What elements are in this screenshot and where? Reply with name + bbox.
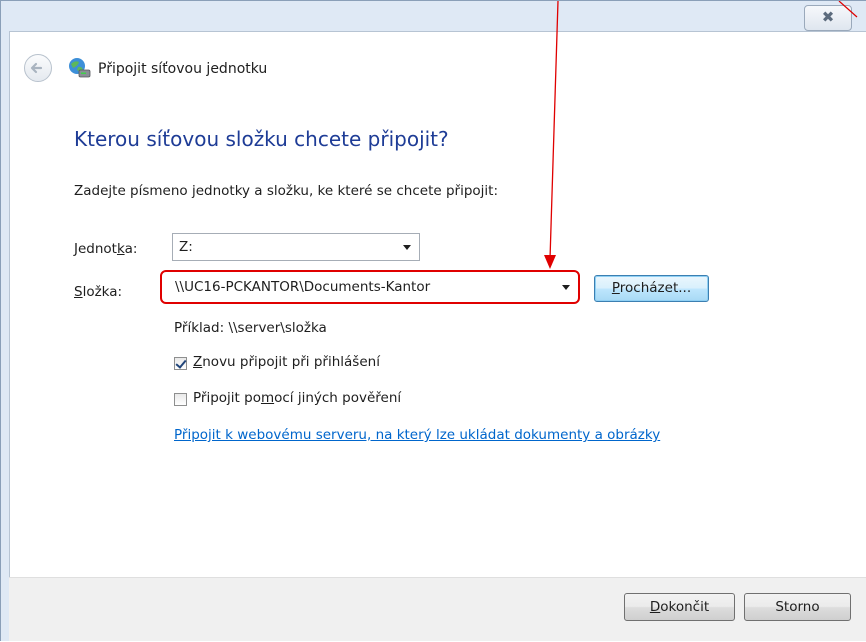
cancel-button[interactable]: Storno xyxy=(744,593,851,621)
drive-select[interactable]: Z: xyxy=(172,233,420,261)
annotation-highlight-box xyxy=(160,270,580,304)
network-drive-icon xyxy=(69,58,91,78)
dialog-content xyxy=(9,31,866,641)
other-credentials-label[interactable]: Připojit pomocí jiných pověření xyxy=(193,390,401,406)
back-arrow-icon xyxy=(30,62,43,74)
close-icon: ✖ xyxy=(821,8,835,26)
example-text: Příklad: \\server\složka xyxy=(174,320,327,336)
close-button[interactable]: ✖ xyxy=(804,5,852,31)
dialog-window: ✖ Připojit síťovou jednotku Kterou síťov… xyxy=(0,0,866,641)
wizard-title: Připojit síťovou jednotku xyxy=(98,61,268,77)
folder-label: Složka: xyxy=(74,284,123,300)
web-server-link[interactable]: Připojit k webovému serveru, na který lz… xyxy=(174,427,660,443)
drive-label: Jednotka: xyxy=(74,241,138,257)
dialog-footer xyxy=(9,577,866,641)
back-button[interactable] xyxy=(24,54,52,82)
other-credentials-checkbox[interactable] xyxy=(174,393,187,406)
reconnect-label[interactable]: Znovu připojit při přihlášení xyxy=(193,354,380,370)
reconnect-checkbox[interactable] xyxy=(174,357,187,370)
page-heading: Kterou síťovou složku chcete připojit? xyxy=(74,127,449,151)
drive-select-value: Z: xyxy=(179,239,193,255)
chevron-down-icon xyxy=(403,245,411,250)
finish-button[interactable]: Dokončit xyxy=(624,593,735,621)
browse-button[interactable]: Procházet... xyxy=(594,275,709,302)
instruction-text: Zadejte písmeno jednotky a složku, ke kt… xyxy=(74,183,499,199)
